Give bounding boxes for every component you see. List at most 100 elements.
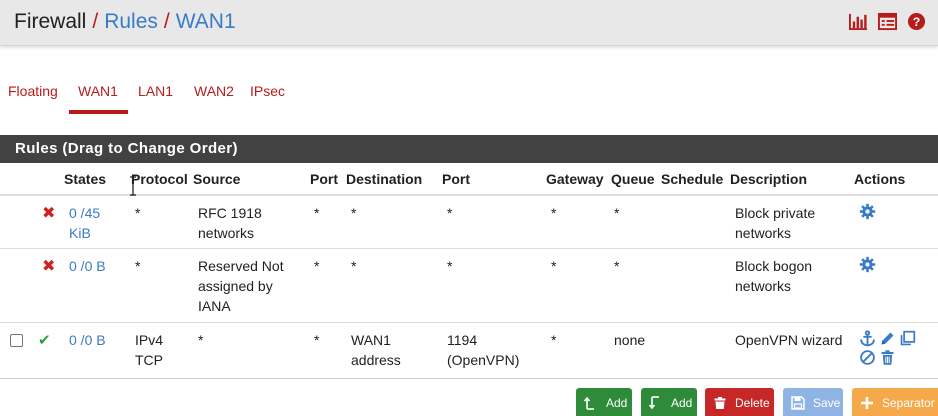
destination-cell: * <box>346 248 442 323</box>
column-header-actions: Actions <box>854 163 938 196</box>
text-cursor-icon <box>130 176 136 196</box>
trash-icon <box>714 397 726 409</box>
pencil-icon[interactable] <box>879 330 896 347</box>
tab-lan1[interactable]: LAN1 <box>130 78 186 114</box>
gateway-cell: * <box>546 195 611 249</box>
pass-icon: ✔ <box>38 331 51 349</box>
column-header-destination-port[interactable]: Port <box>442 163 546 196</box>
column-header-queue[interactable]: Queue <box>611 163 661 196</box>
anchor-icon[interactable] <box>859 329 876 347</box>
rule-status-cell: ✔ <box>34 322 64 379</box>
actions-cell <box>854 322 938 379</box>
status-column-header <box>34 163 64 196</box>
arrow-up-icon <box>584 396 594 410</box>
svg-text:?: ? <box>913 15 921 29</box>
column-header-schedule[interactable]: Schedule <box>661 163 730 196</box>
states-link[interactable]: 0 /0 B <box>69 258 106 274</box>
panel-title: Rules (Drag to Change Order) <box>0 135 938 163</box>
schedule-cell <box>661 248 730 323</box>
destination-port-cell: * <box>442 195 546 249</box>
rule-status-cell: ✖ <box>34 195 64 249</box>
states-link[interactable]: 0 /45 KiB <box>69 205 100 241</box>
source-cell: * <box>193 322 310 379</box>
delete-button[interactable]: Delete <box>705 388 774 416</box>
column-header-destination[interactable]: Destination <box>346 163 442 196</box>
column-header-description[interactable]: Description <box>730 163 854 196</box>
states-cell[interactable]: 0 /0 B <box>64 322 131 379</box>
column-header-source[interactable]: Source <box>193 163 310 196</box>
queue-cell: * <box>611 195 661 249</box>
trash-icon[interactable] <box>879 349 896 366</box>
separator-label: Separator <box>882 396 935 410</box>
add-top-label: Add <box>606 396 628 410</box>
table-header-row: States Protocol Source Port Destination … <box>0 163 938 196</box>
row-select-cell <box>0 248 34 323</box>
destination-port-cell: 1194 (OpenVPN) <box>442 322 546 379</box>
rules-table: States Protocol Source Port Destination … <box>0 163 938 379</box>
select-column-header <box>0 163 34 196</box>
rule-status-cell: ✖ <box>34 248 64 323</box>
breadcrumb-wan1-link[interactable]: WAN1 <box>176 10 236 33</box>
states-cell[interactable]: 0 /0 B <box>64 248 131 323</box>
add-bottom-label: Add <box>671 396 693 410</box>
gateway-cell: * <box>546 248 611 323</box>
add-rule-bottom-button[interactable]: Add <box>641 388 697 416</box>
schedule-cell <box>661 322 730 379</box>
source-cell: RFC 1918 networks <box>193 195 310 249</box>
page-header: Firewall / Rules / WAN1 ? <box>0 0 938 46</box>
column-header-source-port[interactable]: Port <box>310 163 346 196</box>
header-icons: ? <box>849 12 926 31</box>
help-icon[interactable]: ? <box>907 12 926 31</box>
tab-wan2[interactable]: WAN2 <box>186 78 242 114</box>
column-header-protocol[interactable]: Protocol <box>131 163 193 196</box>
save-button[interactable]: Save <box>783 388 843 416</box>
breadcrumb-separator: / <box>163 10 170 33</box>
gear-icon[interactable] <box>859 203 876 220</box>
destination-cell: * <box>346 195 442 249</box>
breadcrumb-firewall: Firewall <box>14 10 87 33</box>
table-row[interactable]: ✖ 0 /45 KiB * RFC 1918 networks * * * * … <box>0 195 938 249</box>
bar-chart-icon[interactable] <box>849 12 868 31</box>
tab-floating[interactable]: Floating <box>0 78 61 114</box>
states-link[interactable]: 0 /0 B <box>69 332 106 348</box>
block-icon: ✖ <box>42 257 56 275</box>
table-row[interactable]: ✔ 0 /0 B IPv4 TCP * * WAN1 address 1194 … <box>0 322 938 379</box>
copy-icon[interactable] <box>899 330 916 347</box>
floppy-disk-icon <box>791 396 805 410</box>
column-header-states[interactable]: States <box>64 163 131 196</box>
actions-cell <box>854 248 938 323</box>
row-select-cell <box>0 322 34 379</box>
add-separator-button[interactable]: Separator <box>852 388 938 416</box>
schedule-cell <box>661 195 730 249</box>
delete-label: Delete <box>735 396 770 410</box>
disable-icon[interactable] <box>859 349 876 366</box>
source-port-cell: * <box>310 195 346 249</box>
save-label: Save <box>813 396 841 410</box>
actions-cell <box>854 195 938 249</box>
source-port-cell: * <box>310 248 346 323</box>
breadcrumb-rules-link[interactable]: Rules <box>104 10 158 33</box>
queue-cell: none <box>611 322 661 379</box>
add-rule-top-button[interactable]: Add <box>576 388 632 416</box>
source-cell: Reserved Not assigned by IANA <box>193 248 310 323</box>
arrow-down-icon <box>649 396 659 410</box>
block-icon: ✖ <box>42 205 56 222</box>
queue-cell: * <box>611 248 661 323</box>
row-checkbox[interactable] <box>10 333 23 347</box>
gateway-cell: * <box>546 322 611 379</box>
tab-ipsec[interactable]: IPsec <box>242 78 302 114</box>
source-port-cell: * <box>310 322 346 379</box>
description-cell: Block private networks <box>730 195 854 249</box>
column-header-gateway[interactable]: Gateway <box>546 163 611 196</box>
destination-cell: WAN1 address <box>346 322 442 379</box>
tab-wan1[interactable]: WAN1 <box>69 78 128 114</box>
description-cell: OpenVPN wizard <box>730 322 854 379</box>
breadcrumb: Firewall / Rules / WAN1 <box>14 8 236 36</box>
table-list-icon[interactable] <box>878 12 897 31</box>
destination-port-cell: * <box>442 248 546 323</box>
gear-icon[interactable] <box>859 256 876 273</box>
protocol-cell: * <box>131 248 193 323</box>
states-cell[interactable]: 0 /45 KiB <box>64 195 131 249</box>
table-row[interactable]: ✖ 0 /0 B * Reserved Not assigned by IANA… <box>0 248 938 323</box>
plus-icon <box>861 397 873 409</box>
